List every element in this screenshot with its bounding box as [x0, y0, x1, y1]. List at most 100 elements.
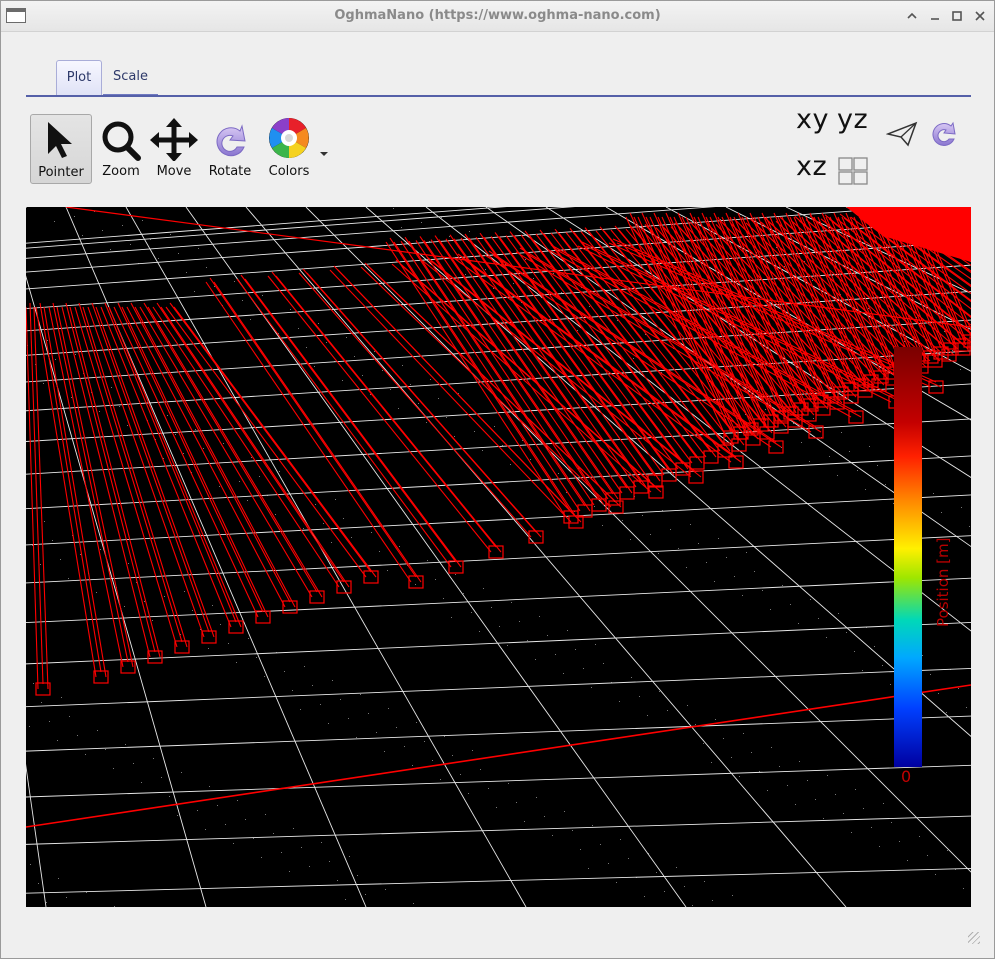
close-icon	[975, 11, 985, 21]
star-dot	[731, 757, 732, 758]
star-dot	[499, 626, 500, 627]
star-dot	[47, 340, 48, 341]
star-dot	[97, 730, 98, 731]
view-yz-button[interactable]: yz	[837, 104, 868, 135]
star-dot	[96, 592, 97, 593]
star-dot	[124, 606, 125, 607]
star-dot	[558, 473, 559, 474]
star-dot	[616, 882, 617, 883]
star-dot	[256, 657, 257, 658]
star-dot	[818, 618, 819, 619]
star-dot	[522, 440, 523, 441]
plot-canvas[interactable]: Position [m] 0	[26, 207, 971, 907]
move-icon	[150, 118, 198, 162]
star-dot	[704, 881, 705, 882]
color-wheel-icon	[269, 118, 309, 158]
star-dot	[837, 475, 838, 476]
star-dot	[633, 358, 634, 359]
star-dot	[454, 436, 455, 437]
star-dot	[535, 659, 536, 660]
star-dot	[393, 208, 394, 209]
star-dot	[463, 593, 464, 594]
star-dot	[236, 662, 237, 663]
star-dot	[119, 406, 120, 407]
star-dot	[183, 453, 184, 454]
star-dot	[237, 800, 238, 801]
wire-bar	[121, 306, 269, 618]
minimize-button[interactable]	[926, 7, 944, 25]
star-dot	[496, 807, 497, 808]
quad-view-button[interactable]	[837, 156, 869, 186]
star-dot	[782, 585, 783, 586]
star-dot	[455, 574, 456, 575]
star-dot	[779, 766, 780, 767]
star-dot	[494, 426, 495, 427]
star-dot	[823, 818, 824, 819]
star-dot	[591, 687, 592, 688]
star-dot	[253, 838, 254, 839]
star-dot	[561, 292, 562, 293]
view-xy-button[interactable]: xy	[796, 104, 829, 135]
star-dot	[525, 259, 526, 260]
star-dot	[61, 697, 62, 698]
send-button[interactable]	[885, 119, 918, 149]
star-dot	[511, 602, 512, 603]
view-xz-button[interactable]: xz	[796, 151, 827, 182]
close-button[interactable]	[971, 7, 989, 25]
pointer-button[interactable]: Pointer	[30, 114, 92, 184]
star-dot	[449, 236, 450, 237]
rotate-icon	[932, 121, 956, 146]
wire-bar	[641, 212, 742, 429]
star-dot	[958, 688, 959, 689]
star-dot	[706, 562, 707, 563]
star-dot	[177, 815, 178, 816]
star-dot	[77, 735, 78, 736]
star-dot	[553, 273, 554, 274]
zoom-icon	[102, 121, 141, 161]
colors-button[interactable]: Colors	[259, 114, 319, 184]
star-dot	[198, 248, 199, 249]
star-dot	[795, 804, 796, 805]
move-button[interactable]: Move	[144, 114, 204, 184]
star-dot	[220, 624, 221, 625]
star-dot	[594, 506, 595, 507]
star-dot	[807, 780, 808, 781]
star-dot	[480, 769, 481, 770]
star-dot	[416, 722, 417, 723]
star-dot	[102, 230, 103, 231]
star-dot	[206, 267, 207, 268]
star-dot	[857, 470, 858, 471]
star-dot	[289, 871, 290, 872]
star-dot	[650, 534, 651, 535]
star-dot	[603, 663, 604, 664]
star-dot	[631, 677, 632, 678]
tab-plot[interactable]: Plot	[56, 60, 102, 96]
maximize-button[interactable]	[948, 7, 966, 25]
star-dot	[564, 811, 565, 812]
star-dot	[595, 644, 596, 645]
tab-scale[interactable]: Scale	[103, 61, 158, 96]
star-dot	[404, 746, 405, 747]
star-dot	[619, 701, 620, 702]
star-dot	[726, 557, 727, 558]
rotate-button[interactable]: Rotate	[200, 114, 260, 184]
wire-bar	[117, 302, 264, 613]
star-dot	[169, 796, 170, 797]
wire-bar	[400, 240, 581, 512]
star-dot	[251, 457, 252, 458]
star-dot	[899, 841, 900, 842]
rotate-view-button[interactable]	[926, 116, 962, 152]
resize-grip[interactable]	[968, 932, 980, 944]
star-dot	[33, 683, 34, 684]
axis-line	[26, 684, 971, 828]
star-dot	[781, 447, 782, 448]
star-dot	[164, 596, 165, 597]
star-dot	[841, 432, 842, 433]
zoom-button[interactable]: Zoom	[91, 114, 151, 184]
shade-button[interactable]	[903, 7, 921, 25]
colors-dropdown-arrow[interactable]	[319, 144, 329, 156]
star-dot	[161, 777, 162, 778]
rotate-label: Rotate	[208, 164, 252, 179]
star-dot	[446, 417, 447, 418]
title-bar[interactable]: OghmaNano (https://www.oghma-nano.com)	[1, 1, 994, 32]
